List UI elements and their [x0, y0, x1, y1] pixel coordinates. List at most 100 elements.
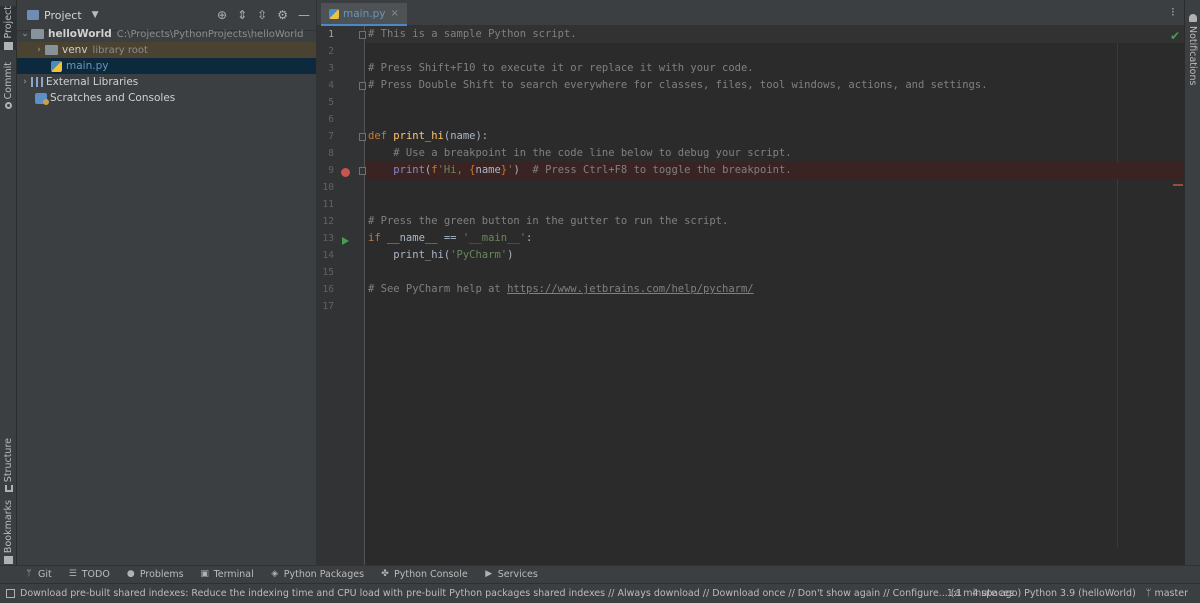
tab-main-py[interactable]: main.py ×: [321, 3, 407, 26]
fold-marker-icon[interactable]: [359, 82, 366, 90]
code-comment: # Press Double Shift to search everywher…: [368, 79, 988, 91]
project-panel: Project ▼ ⊕ ⇕ ⇳ ⚙ — ⌄ helloWorld C:\Proj…: [17, 0, 316, 565]
fold-marker-icon[interactable]: [359, 167, 366, 175]
code-line-1: # This is a sample Python script.: [366, 26, 1184, 43]
tree-item-scratches[interactable]: Scratches and Consoles: [17, 90, 316, 106]
code-line-9: print(f'Hi, {name}') # Press Ctrl+F8 to …: [366, 162, 1184, 179]
close-icon[interactable]: ×: [390, 8, 398, 19]
line-number: 5: [328, 97, 334, 108]
status-widgets: 1:1 4 spaces Python 3.9 (helloWorld) ᛘ ma…: [947, 588, 1188, 599]
project-panel-tools: ⊕ ⇕ ⇳ ⚙ —: [217, 8, 310, 22]
code-area[interactable]: # This is a sample Python script. # Pres…: [366, 26, 1184, 565]
code-comment: # See PyCharm help at: [368, 283, 508, 295]
project-panel-title[interactable]: Project: [44, 9, 82, 22]
hide-icon[interactable]: —: [298, 8, 310, 22]
code-text: (name):: [443, 130, 489, 142]
locate-icon[interactable]: ⊕: [217, 8, 227, 22]
indent-setting[interactable]: 4 spaces: [972, 588, 1014, 599]
tool-python-console[interactable]: ✤ Python Console: [380, 569, 468, 580]
chevron-right-icon[interactable]: ›: [19, 77, 31, 87]
git-branch-icon: ᛘ: [26, 569, 32, 579]
tree-item-label: venv: [62, 44, 88, 56]
library-icon: [31, 77, 43, 87]
line-number: 7: [328, 131, 334, 142]
tree-item-path: C:\Projects\PythonProjects\helloWorld: [116, 28, 304, 40]
chevron-right-icon[interactable]: ›: [33, 45, 45, 55]
chevron-down-icon[interactable]: ⌄: [19, 29, 31, 39]
right-tool-strip: Notifications: [1184, 0, 1200, 565]
tool-python-console-label: Python Console: [394, 569, 468, 580]
commit-icon: [5, 102, 12, 110]
notifications-tool-tab[interactable]: Notifications: [1187, 26, 1198, 85]
window-icon[interactable]: [6, 589, 15, 598]
code-line-13: if __name__ == '__main__':: [366, 230, 1184, 247]
git-branch-icon: ᛘ: [1145, 588, 1152, 599]
code-line-3: # Press Shift+F10 to execute it or repla…: [366, 60, 1184, 77]
code-text: ): [513, 164, 533, 176]
folder-icon: [4, 41, 13, 50]
tree-item-venv[interactable]: › venv library root: [17, 42, 316, 58]
tree-item-helloworld[interactable]: ⌄ helloWorld C:\Projects\PythonProjects\…: [17, 26, 316, 42]
code-line-12: # Press the green button in the gutter t…: [366, 213, 1184, 230]
line-number: 8: [328, 148, 334, 159]
line-number: 9: [328, 165, 334, 176]
tree-item-label: helloWorld: [48, 28, 112, 40]
git-branch-widget[interactable]: ᛘ master: [1146, 588, 1188, 599]
line-number: 12: [322, 216, 334, 227]
code-text: ): [507, 249, 514, 261]
bottom-tool-bar: ᛘ Git ☰ TODO ● Problems ▣ Terminal ◈ Python P…: [0, 565, 1200, 583]
expand-all-icon[interactable]: ⇕: [237, 8, 247, 22]
bell-icon[interactable]: [1189, 14, 1197, 22]
line-number: 4: [328, 80, 334, 91]
tool-services[interactable]: ▶ Services: [484, 569, 538, 580]
line-number: 14: [322, 250, 334, 261]
checkmark-icon[interactable]: ✔: [1170, 29, 1180, 43]
code-text: name: [475, 164, 501, 176]
error-stripe-marker[interactable]: [1173, 184, 1183, 186]
gear-icon[interactable]: ⚙: [277, 8, 288, 22]
tree-item-main-py[interactable]: main.py: [17, 58, 316, 74]
structure-icon: [4, 485, 13, 493]
code-comment: # Press Ctrl+F8 to toggle the breakpoint…: [532, 164, 792, 176]
tool-git-label: Git: [38, 569, 52, 580]
play-circle-icon: ▶: [485, 569, 493, 579]
tool-todo[interactable]: ☰ TODO: [68, 569, 110, 580]
tool-terminal[interactable]: ▣ Terminal: [200, 569, 253, 580]
code-link[interactable]: https://www.jetbrains.com/help/pycharm/: [507, 283, 754, 295]
terminal-icon: ▣: [200, 569, 209, 579]
breakpoint-icon[interactable]: [341, 168, 350, 177]
code-string: '__main__': [462, 232, 527, 244]
code-string: 'PyCharm': [450, 249, 508, 261]
line-number: 1: [328, 29, 334, 40]
code-keyword: if: [368, 232, 387, 244]
caret-position[interactable]: 1:1: [947, 588, 962, 599]
editor: main.py × · · · 1 2 3 4 5 6 7 8 9 10 11 12…: [316, 0, 1184, 565]
tab-label: main.py: [343, 7, 386, 20]
bookmarks-tool-tab[interactable]: Bookmarks: [0, 500, 17, 565]
python-file-icon: [51, 60, 62, 72]
project-tool-tab[interactable]: Project: [0, 6, 17, 50]
more-vertical-icon[interactable]: · · ·: [1171, 3, 1175, 21]
editor-tab-bar: main.py × · · ·: [317, 0, 1184, 26]
chevron-down-icon[interactable]: ▼: [92, 10, 99, 20]
run-arrow-icon[interactable]: [342, 237, 349, 245]
left-tool-strip: Project Commit Structure Bookmarks: [0, 0, 17, 565]
python-interpreter[interactable]: Python 3.9 (helloWorld): [1024, 588, 1136, 599]
code-line-7: def print_hi(name):: [366, 128, 1184, 145]
python-icon: ✤: [381, 569, 389, 579]
fold-marker-icon[interactable]: [359, 31, 366, 39]
folder-icon: [45, 45, 58, 55]
tool-problems[interactable]: ● Problems: [126, 569, 184, 580]
code-text: print_hi(: [368, 249, 451, 261]
bookmark-icon: [4, 556, 13, 565]
tree-item-external-libraries[interactable]: › External Libraries: [17, 74, 316, 90]
status-message[interactable]: Download pre-built shared indexes: Reduc…: [20, 588, 1021, 599]
collapse-all-icon[interactable]: ⇳: [257, 8, 267, 22]
commit-tool-tab[interactable]: Commit: [0, 62, 17, 110]
tool-git[interactable]: ᛘ Git: [24, 569, 52, 580]
tool-python-packages[interactable]: ◈ Python Packages: [270, 569, 364, 580]
fold-marker-icon[interactable]: [359, 133, 366, 141]
line-number: 10: [322, 182, 334, 193]
code-line-16: # See PyCharm help at https://www.jetbra…: [366, 281, 1184, 298]
structure-tool-tab[interactable]: Structure: [0, 438, 17, 493]
